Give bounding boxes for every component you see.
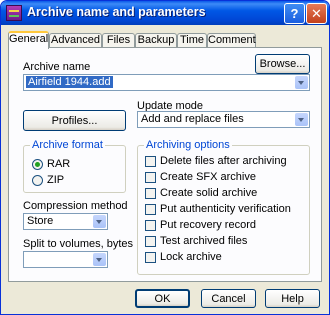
- create-solid-label[interactable]: Create solid archive: [160, 187, 257, 199]
- ok-button[interactable]: OK: [135, 289, 190, 308]
- help-button[interactable]: Help: [265, 289, 320, 308]
- zip-radio[interactable]: [32, 175, 43, 186]
- update-mode-value: Add and replace files: [141, 113, 244, 125]
- create-solid-checkbox[interactable]: [145, 188, 156, 199]
- tab-time[interactable]: Time: [177, 33, 207, 48]
- authenticity-checkbox[interactable]: [145, 204, 156, 215]
- help-title-button[interactable]: ?: [284, 3, 305, 24]
- rar-radio[interactable]: [32, 159, 43, 170]
- archive-name-value[interactable]: Airfield 1944.add: [26, 76, 113, 88]
- create-sfx-label[interactable]: Create SFX archive: [160, 171, 256, 183]
- test-archived-label[interactable]: Test archived files: [160, 235, 247, 247]
- tab-advanced[interactable]: Advanced: [49, 33, 102, 48]
- general-tab-panel: Archive name Browse... Airfield 1944.add…: [8, 47, 322, 282]
- lock-archive-checkbox[interactable]: [145, 252, 156, 263]
- tab-general[interactable]: General: [8, 31, 49, 49]
- delete-files-checkbox[interactable]: [145, 156, 156, 167]
- split-volumes-combobox[interactable]: [23, 251, 108, 268]
- archive-name-combobox[interactable]: Airfield 1944.add: [23, 74, 310, 91]
- winrar-app-icon: [6, 5, 22, 21]
- compression-method-select[interactable]: Store: [23, 213, 108, 230]
- chevron-down-icon[interactable]: [93, 215, 106, 228]
- authenticity-label[interactable]: Put authenticity verification: [160, 203, 291, 215]
- test-archived-checkbox[interactable]: [145, 236, 156, 247]
- cancel-button[interactable]: Cancel: [201, 289, 256, 308]
- profiles-button[interactable]: Profiles...: [23, 110, 126, 131]
- archive-name-label: Archive name: [23, 61, 91, 73]
- recovery-record-checkbox[interactable]: [145, 220, 156, 231]
- update-mode-select[interactable]: Add and replace files: [137, 111, 310, 128]
- rar-label[interactable]: RAR: [47, 158, 70, 170]
- split-volumes-label: Split to volumes, bytes: [23, 238, 134, 250]
- compression-method-label: Compression method: [23, 200, 128, 212]
- window-title: Archive name and parameters: [27, 5, 206, 19]
- chevron-down-icon[interactable]: [93, 253, 106, 266]
- tab-files[interactable]: Files: [102, 33, 135, 48]
- archive-format-group: Archive format RAR ZIP: [23, 139, 126, 193]
- lock-archive-label[interactable]: Lock archive: [160, 251, 222, 263]
- archive-format-legend: Archive format: [30, 139, 105, 151]
- archiving-options-group: Archiving options Delete files after arc…: [137, 139, 310, 275]
- chevron-down-icon[interactable]: [295, 113, 308, 126]
- archive-dialog: Archive name and parameters ? ✕ General …: [0, 0, 330, 315]
- zip-label[interactable]: ZIP: [47, 174, 64, 186]
- chevron-down-icon[interactable]: [295, 76, 308, 89]
- compression-method-value: Store: [27, 215, 54, 227]
- recovery-record-label[interactable]: Put recovery record: [160, 219, 256, 231]
- close-button[interactable]: ✕: [306, 3, 327, 24]
- delete-files-label[interactable]: Delete files after archiving: [160, 155, 287, 167]
- tab-comment[interactable]: Comment: [207, 33, 256, 48]
- title-bar[interactable]: Archive name and parameters ? ✕: [1, 1, 329, 25]
- tab-backup[interactable]: Backup: [135, 33, 177, 48]
- archiving-options-legend: Archiving options: [144, 139, 232, 151]
- browse-button[interactable]: Browse...: [255, 54, 310, 74]
- create-sfx-checkbox[interactable]: [145, 172, 156, 183]
